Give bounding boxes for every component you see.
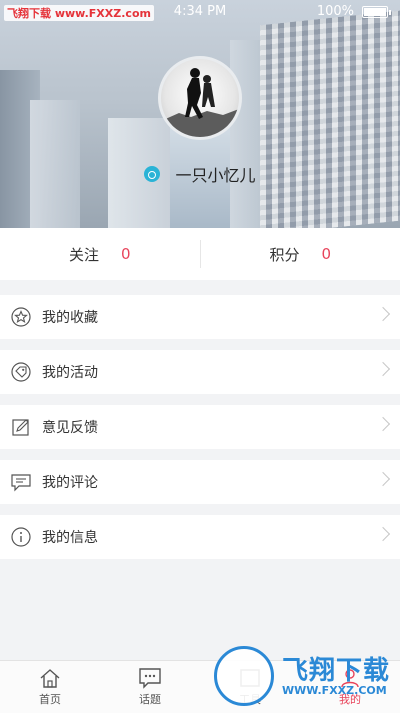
menu-item-activities[interactable]: 我的活动 [0, 350, 400, 394]
home-icon [40, 669, 60, 688]
avatar[interactable] [158, 56, 242, 140]
male-icon [144, 166, 161, 182]
menu-item-label: 我的信息 [42, 530, 98, 546]
battery-icon [362, 6, 391, 18]
battery-percent: 100% [316, 4, 354, 19]
stats-bar: 关注 0 积分 0 [0, 228, 400, 280]
menu-item-label: 我的活动 [42, 365, 98, 381]
stat-points[interactable]: 积分 0 [201, 228, 400, 280]
chevron-right-icon [375, 361, 391, 377]
menu-item-comments[interactable]: 我的评论 [0, 460, 400, 504]
avatar-silhouette-icon [161, 68, 239, 137]
profile-header: 飞翔下载 www.FXXZ.com 4:34 PM 100% 一只小忆儿 [0, 0, 400, 228]
stat-value: 0 [120, 245, 131, 263]
stat-following[interactable]: 关注 0 [0, 228, 200, 280]
comment-icon [10, 471, 32, 493]
menu-item-label: 意见反馈 [42, 420, 98, 436]
info-icon [10, 526, 32, 548]
nav-label: 首页 [39, 693, 61, 706]
watermark-logo-icon [214, 646, 274, 706]
topic-icon [139, 668, 161, 689]
username: 一只小忆儿 [175, 166, 256, 185]
stat-label: 积分 [269, 245, 300, 264]
chevron-right-icon [375, 471, 391, 487]
chevron-right-icon [375, 306, 391, 322]
menu-item-label: 我的评论 [42, 475, 98, 491]
edit-icon [10, 416, 32, 438]
watermark-title: 飞翔下载 [282, 656, 391, 686]
menu-item-info[interactable]: 我的信息 [0, 515, 400, 559]
menu-item-label: 我的收藏 [42, 310, 98, 326]
menu-item-feedback[interactable]: 意见反馈 [0, 405, 400, 449]
menu-item-favorites[interactable]: 我的收藏 [0, 295, 400, 339]
status-bar: 飞翔下载 www.FXXZ.com 4:34 PM 100% [0, 0, 400, 24]
watermark-url: WWW.FXXZ.COM [282, 684, 387, 697]
chevron-right-icon [375, 526, 391, 542]
stat-value: 0 [321, 245, 332, 263]
nav-label: 话题 [139, 693, 161, 706]
stat-label: 关注 [68, 245, 99, 264]
nav-home[interactable]: 首页 [0, 661, 100, 713]
star-icon [10, 306, 32, 328]
watermark: 飞翔下载 WWW.FXXZ.COM [214, 646, 400, 708]
chevron-right-icon [375, 416, 391, 432]
background-building [260, 10, 400, 228]
tag-icon [10, 361, 32, 383]
nav-topics[interactable]: 话题 [100, 661, 200, 713]
